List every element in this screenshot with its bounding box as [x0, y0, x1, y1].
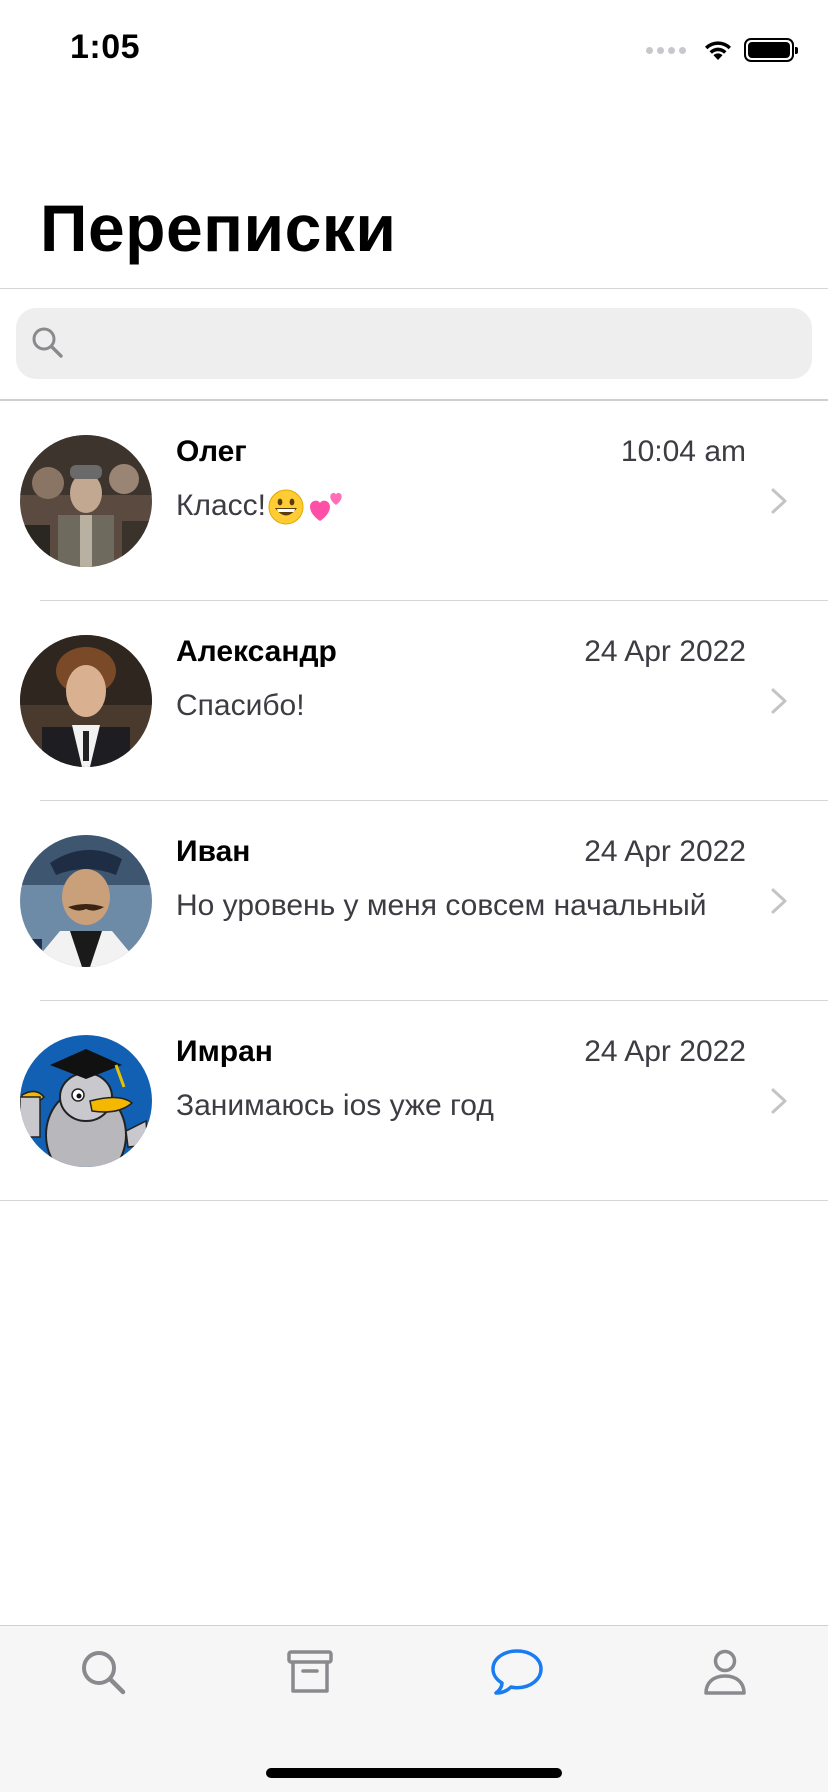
tab-bar	[0, 1625, 828, 1792]
chat-row-aleksandr[interactable]: Александр 24 Apr 2022 Спасибо!	[0, 601, 828, 801]
search-icon	[32, 327, 63, 358]
wifi-icon	[705, 41, 731, 60]
avatar-photo-oleg	[20, 435, 152, 567]
chat-row-ivan[interactable]: Иван 24 Apr 2022 Но уровень у меня совсе…	[0, 801, 828, 1001]
status-bar: 1:05	[0, 0, 828, 100]
chat-preview: Занимаюсь ios уже год	[176, 1089, 494, 1122]
chat-name: Олег	[176, 435, 247, 468]
search-bar[interactable]	[16, 308, 812, 381]
search-icon	[82, 1651, 126, 1695]
chat-row-oleg[interactable]: Олег 10:04 am Класс!	[0, 401, 828, 601]
person-icon	[704, 1649, 746, 1695]
chat-preview-text: Класс!	[176, 489, 266, 522]
avatar-photo-ivan	[20, 835, 152, 967]
title-divider	[0, 288, 828, 289]
status-icons	[646, 34, 798, 66]
archive-box-icon	[287, 1650, 333, 1693]
avatar	[20, 435, 152, 567]
two-hearts-icon	[310, 492, 342, 522]
home-indicator[interactable]	[266, 1768, 562, 1778]
tab-profile[interactable]	[685, 1640, 765, 1704]
battery-icon	[744, 38, 798, 62]
avatar	[20, 635, 152, 767]
chat-preview: Спасибо!	[176, 689, 305, 722]
chat-date: 24 Apr 2022	[584, 635, 746, 668]
chevron-right-icon	[771, 1088, 787, 1114]
chevron-right-icon	[771, 688, 787, 714]
tab-archive[interactable]	[270, 1640, 350, 1704]
avatar-photo-aleksandr	[20, 635, 152, 767]
avatar	[20, 835, 152, 967]
avatar	[20, 1035, 152, 1167]
avatar-cartoon-imran	[20, 1035, 152, 1167]
tab-chats[interactable]	[477, 1640, 557, 1704]
page-title: Переписки	[40, 191, 397, 265]
chat-name: Александр	[176, 635, 337, 668]
chat-list: Олег 10:04 am Класс! Александр 24 Apr 20…	[0, 401, 828, 1201]
chat-preview: Класс!	[176, 489, 346, 525]
search-input[interactable]	[80, 308, 796, 381]
chat-date: 24 Apr 2022	[584, 1035, 746, 1068]
tab-search[interactable]	[63, 1640, 143, 1704]
status-time: 1:05	[70, 28, 141, 66]
chat-date: 24 Apr 2022	[584, 835, 746, 868]
grinning-face-icon	[268, 489, 304, 525]
chat-row-imran[interactable]: Имран 24 Apr 2022 Занимаюсь ios уже год	[0, 1001, 828, 1201]
chevron-right-icon	[771, 488, 787, 514]
row-divider	[0, 1200, 828, 1201]
cellular-signal-icon	[646, 46, 686, 54]
chat-bubble-icon	[491, 1649, 543, 1695]
chat-preview: Но уровень у меня совсем начальный	[176, 889, 707, 922]
chat-name: Иван	[176, 835, 251, 868]
chevron-right-icon	[771, 888, 787, 914]
chat-name: Имран	[176, 1035, 273, 1068]
chat-date: 10:04 am	[620, 435, 746, 468]
